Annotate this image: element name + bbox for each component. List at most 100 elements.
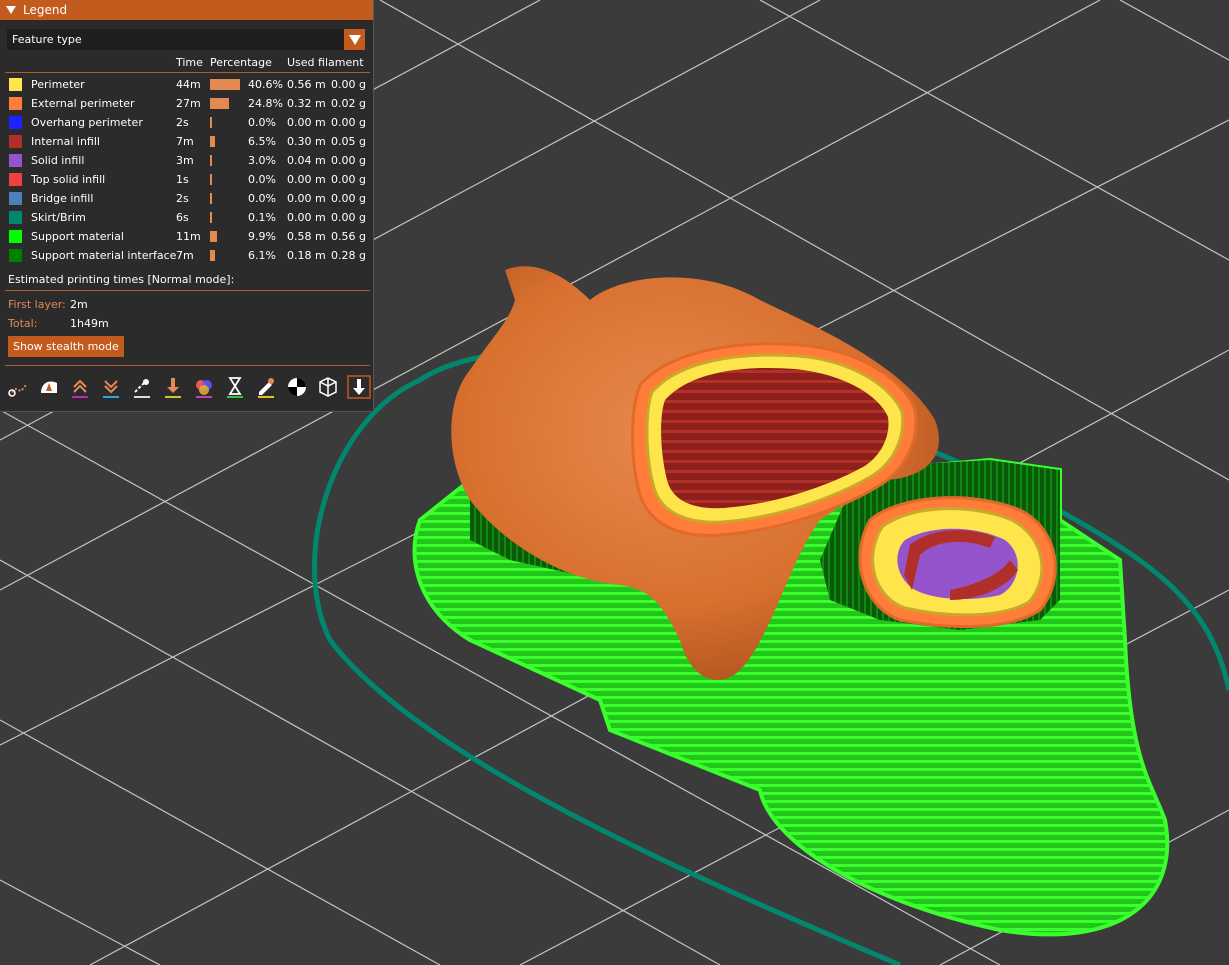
feature-weight: 0.00 g	[331, 154, 366, 167]
percentage-bar	[210, 231, 217, 242]
color-swatch	[9, 116, 22, 129]
toolbar-divider	[5, 365, 370, 366]
feature-percentage: 0.0%	[248, 192, 276, 205]
feature-time: 1s	[176, 173, 189, 186]
legend-row[interactable]: Top solid infill 1s 0.0% 0.00 m 0.00 g	[0, 171, 373, 190]
chevron-down-icon[interactable]	[344, 29, 365, 50]
percentage-bar	[210, 174, 212, 185]
color-swatch	[9, 78, 22, 91]
tool-changes-icon[interactable]	[161, 375, 185, 399]
header-percentage: Percentage	[210, 56, 272, 69]
feature-name: External perimeter	[31, 97, 135, 110]
feature-percentage: 6.5%	[248, 135, 276, 148]
feature-time: 2s	[176, 116, 189, 129]
feature-name: Skirt/Brim	[31, 211, 86, 224]
legend-title: Legend	[23, 3, 68, 17]
percentage-bar	[210, 155, 212, 166]
feature-length: 0.00 m	[287, 211, 326, 224]
feature-name: Internal infill	[31, 135, 100, 148]
wipe-icon[interactable]	[37, 375, 61, 399]
feature-percentage: 0.0%	[248, 173, 276, 186]
feature-percentage: 3.0%	[248, 154, 276, 167]
legend-row[interactable]: Perimeter 44m 40.6% 0.56 m 0.00 g	[0, 76, 373, 95]
percentage-bar	[210, 193, 212, 204]
feature-name: Overhang perimeter	[31, 116, 143, 129]
custom-gcodes-icon[interactable]	[254, 375, 278, 399]
percentage-bar	[210, 212, 212, 223]
legend-panel: Legend Feature type Time Percentage Used…	[0, 0, 374, 412]
first-layer-label: First layer:	[8, 298, 66, 311]
color-swatch	[9, 211, 22, 224]
feature-length: 0.04 m	[287, 154, 326, 167]
feature-length: 0.58 m	[287, 230, 326, 243]
feature-percentage: 0.0%	[248, 116, 276, 129]
feature-length: 0.18 m	[287, 249, 326, 262]
feature-percentage: 9.9%	[248, 230, 276, 243]
feature-length: 0.00 m	[287, 116, 326, 129]
feature-name: Support material	[31, 230, 124, 243]
legend-row[interactable]: Overhang perimeter 2s 0.0% 0.00 m 0.00 g	[0, 114, 373, 133]
feature-length: 0.00 m	[287, 173, 326, 186]
feature-weight: 0.00 g	[331, 116, 366, 129]
feature-length: 0.32 m	[287, 97, 326, 110]
tool-marker-icon[interactable]	[347, 375, 371, 399]
legend-row[interactable]: Support material interface 7m 6.1% 0.18 m 0.…	[0, 247, 373, 266]
feature-percentage: 40.6%	[248, 78, 283, 91]
feature-length: 0.30 m	[287, 135, 326, 148]
percentage-bar	[210, 117, 212, 128]
header-time: Time	[176, 56, 203, 69]
color-changes-icon[interactable]	[192, 375, 216, 399]
color-swatch	[9, 192, 22, 205]
feature-weight: 0.02 g	[331, 97, 366, 110]
feature-name: Perimeter	[31, 78, 85, 91]
color-swatch	[9, 154, 22, 167]
deretractions-icon[interactable]	[99, 375, 123, 399]
feature-weight: 0.56 g	[331, 230, 366, 243]
feature-weight: 0.05 g	[331, 135, 366, 148]
feature-length: 0.00 m	[287, 192, 326, 205]
feature-time: 6s	[176, 211, 189, 224]
legend-row[interactable]: Support material 11m 9.9% 0.58 m 0.56 g	[0, 228, 373, 247]
legend-row[interactable]: Internal infill 7m 6.5% 0.30 m 0.05 g	[0, 133, 373, 152]
color-swatch	[9, 173, 22, 186]
color-swatch	[9, 249, 22, 262]
percentage-bar	[210, 250, 215, 261]
view-type-combo[interactable]: Feature type	[7, 29, 365, 50]
feature-weight: 0.00 g	[331, 211, 366, 224]
legend-row[interactable]: Bridge infill 2s 0.0% 0.00 m 0.00 g	[0, 190, 373, 209]
feature-time: 7m	[176, 135, 194, 148]
travel-icon[interactable]	[6, 375, 30, 399]
feature-time: 3m	[176, 154, 194, 167]
legend-row[interactable]: Skirt/Brim 6s 0.1% 0.00 m 0.00 g	[0, 209, 373, 228]
collapse-triangle-icon[interactable]	[6, 6, 16, 14]
feature-length: 0.56 m	[287, 78, 326, 91]
color-swatch	[9, 230, 22, 243]
estimated-times-label: Estimated printing times [Normal mode]:	[8, 273, 235, 286]
shells-icon[interactable]	[316, 375, 340, 399]
feature-weight: 0.00 g	[331, 192, 366, 205]
times-divider	[5, 290, 370, 291]
center-of-gravity-icon[interactable]	[285, 375, 309, 399]
header-divider	[5, 72, 370, 73]
feature-time: 27m	[176, 97, 201, 110]
first-layer-value: 2m	[70, 298, 88, 311]
legend-row[interactable]: External perimeter 27m 24.8% 0.32 m 0.02 g	[0, 95, 373, 114]
legend-row[interactable]: Solid infill 3m 3.0% 0.04 m 0.00 g	[0, 152, 373, 171]
percentage-bar	[210, 98, 229, 109]
percentage-bar	[210, 79, 240, 90]
color-swatch	[9, 135, 22, 148]
seams-icon[interactable]	[130, 375, 154, 399]
pause-prints-icon[interactable]	[223, 375, 247, 399]
feature-name: Solid infill	[31, 154, 85, 167]
view-type-value: Feature type	[12, 33, 82, 46]
feature-name: Support material interface	[31, 249, 177, 262]
feature-percentage: 6.1%	[248, 249, 276, 262]
options-toolbar	[6, 375, 371, 401]
total-label: Total:	[8, 317, 38, 330]
legend-header[interactable]: Legend	[0, 0, 373, 20]
total-value: 1h49m	[70, 317, 109, 330]
show-stealth-mode-button[interactable]: Show stealth mode	[8, 336, 124, 357]
feature-time: 11m	[176, 230, 201, 243]
retractions-icon[interactable]	[68, 375, 92, 399]
feature-name: Top solid infill	[31, 173, 106, 186]
